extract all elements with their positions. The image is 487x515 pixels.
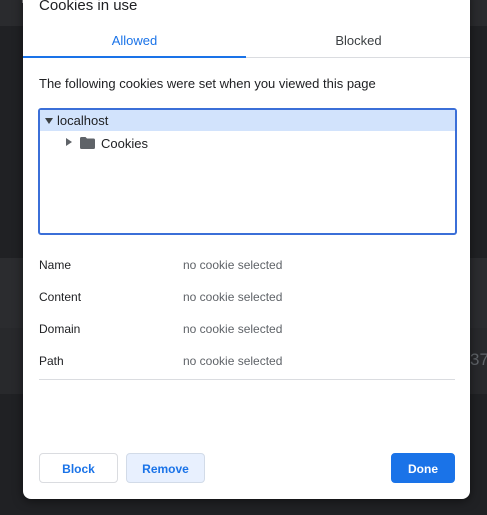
detail-key: Content <box>39 290 82 304</box>
tree-item-localhost[interactable]: localhost <box>40 110 455 131</box>
detail-value: no cookie selected <box>183 354 283 368</box>
tab-selected-indicator <box>23 56 246 58</box>
tab-blocked[interactable]: Blocked <box>247 24 470 57</box>
detail-row-content: Content no cookie selected <box>39 286 455 318</box>
expand-right-icon[interactable] <box>66 138 72 146</box>
detail-value: no cookie selected <box>183 258 283 272</box>
detail-value: no cookie selected <box>183 290 283 304</box>
cookie-tree[interactable]: localhost Cookies <box>38 108 457 235</box>
tab-bar: Allowed Blocked <box>23 24 470 58</box>
background-partial-text: 37 <box>470 350 487 369</box>
detail-row-name: Name no cookie selected <box>39 254 455 286</box>
detail-key: Domain <box>39 322 81 336</box>
cookies-dialog: Cookies in use Allowed Blocked The follo… <box>23 0 470 499</box>
block-button[interactable]: Block <box>39 453 118 483</box>
remove-button[interactable]: Remove <box>126 453 205 483</box>
detail-key: Path <box>39 354 64 368</box>
divider <box>39 379 455 380</box>
detail-row-path: Path no cookie selected <box>39 350 455 382</box>
tree-item-cookies[interactable]: Cookies <box>40 132 455 154</box>
detail-row-domain: Domain no cookie selected <box>39 318 455 350</box>
expand-down-icon[interactable] <box>45 118 53 124</box>
dialog-title: Cookies in use <box>39 0 138 14</box>
done-button[interactable]: Done <box>391 453 455 483</box>
detail-key: Name <box>39 258 72 272</box>
folder-icon <box>80 137 95 149</box>
dialog-description: The following cookies were set when you … <box>39 76 376 91</box>
detail-value: no cookie selected <box>183 322 283 336</box>
cookie-details: Name no cookie selected Content no cooki… <box>39 254 455 382</box>
tree-item-label: localhost <box>57 113 109 128</box>
tree-item-label: Cookies <box>101 136 148 151</box>
tab-allowed[interactable]: Allowed <box>23 24 246 57</box>
